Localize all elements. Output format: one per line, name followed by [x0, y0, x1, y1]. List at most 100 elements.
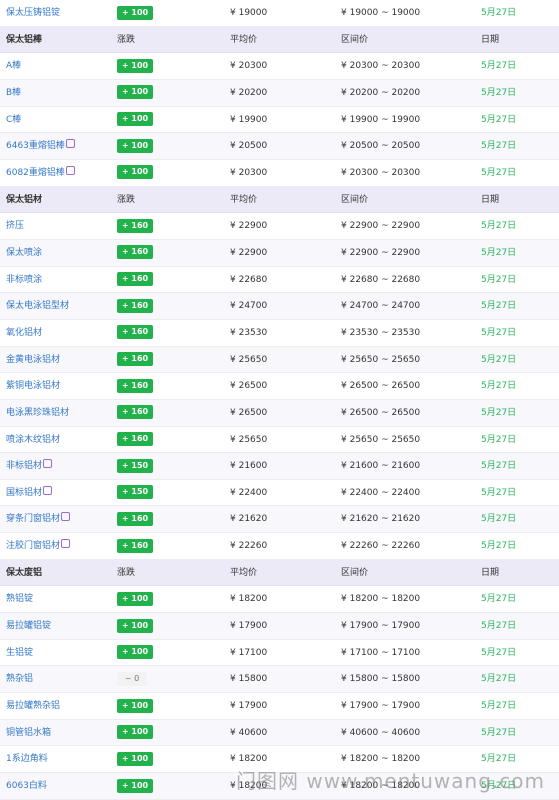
price-range: ¥ 24700 ~ 24700: [341, 301, 421, 312]
product-name-link[interactable]: 熟铝锭: [6, 594, 33, 604]
change-cell: + 100: [117, 160, 153, 186]
price-range: ¥ 22260 ~ 22260: [341, 541, 421, 552]
table-row: C棒 + 100 ¥ 19900 ¥ 19900 ~ 19900 5月27日: [0, 106, 559, 134]
product-name-link[interactable]: 氧化铝材: [6, 328, 42, 338]
product-name-cell: 氧化铝材: [6, 320, 42, 346]
change-cell: + 100: [117, 107, 153, 133]
table-row: 国标铝材 + 150 ¥ 22400 ¥ 22400 ~ 22400 5月27日: [0, 479, 559, 507]
product-name-cell: A棒: [6, 53, 21, 79]
change-badge: + 160: [117, 245, 153, 260]
product-name-link[interactable]: 保太喷涂: [6, 248, 42, 258]
change-badge: + 100: [117, 165, 153, 180]
avg-price: ¥ 19000: [230, 8, 268, 18]
date-cell: 5月27日: [481, 621, 517, 632]
product-name-cell: C棒: [6, 107, 21, 133]
column-header-range: 区间价: [341, 567, 369, 578]
date-cell: 5月27日: [481, 87, 517, 98]
change-cell: + 160: [117, 267, 153, 293]
product-name-link[interactable]: 6463重熔铝棒: [6, 141, 65, 151]
product-name-cell: 生铝锭: [6, 640, 33, 666]
table-row: 紫铜电泳铝材 + 160 ¥ 26500 ¥ 26500 ~ 26500 5月27日: [0, 373, 559, 400]
avg-price: ¥ 22400: [230, 487, 268, 498]
table-row: 铜管铝水箱 + 100 ¥ 40600 ¥ 40600 ~ 40600 5月27日: [0, 719, 559, 747]
change-cell: + 100: [117, 80, 153, 106]
avg-price: ¥ 26500: [230, 381, 268, 392]
product-name-link[interactable]: B棒: [6, 88, 21, 98]
product-name-link[interactable]: 6082重熔铝棒: [6, 168, 65, 178]
price-range: ¥ 22900 ~ 22900: [341, 221, 421, 232]
change-cell: + 150: [117, 453, 153, 479]
price-range: ¥ 17900 ~ 17900: [341, 621, 421, 632]
table-row: 6463重熔铝棒 + 100 ¥ 20500 ¥ 20500 ~ 20500 5月27日: [0, 133, 559, 160]
change-cell: + 160: [117, 240, 153, 266]
date-cell: 5月27日: [481, 301, 517, 312]
date-cell: 5月27日: [481, 327, 517, 338]
product-name-link[interactable]: 生铝锭: [6, 648, 33, 658]
product-name-link[interactable]: 紫铜电泳铝材: [6, 381, 60, 391]
product-name-link[interactable]: 金黄电泳铝材: [6, 355, 60, 365]
column-header-date: 日期: [481, 194, 500, 205]
product-name-link[interactable]: 铜管铝水箱: [6, 728, 51, 738]
change-badge: + 160: [117, 272, 153, 287]
date-cell: 5月27日: [481, 221, 517, 232]
avg-price: ¥ 19900: [230, 114, 268, 125]
date-cell: 5月27日: [481, 8, 517, 18]
change-cell: + 100: [117, 720, 153, 746]
change-badge: + 160: [117, 218, 153, 233]
product-name-cell: 喷涂木纹铝材: [6, 427, 60, 453]
change-badge: + 150: [117, 485, 153, 500]
product-name-link[interactable]: 非标铝材: [6, 461, 42, 471]
price-range: ¥ 25650 ~ 25650: [341, 354, 421, 365]
date-cell: 5月27日: [481, 61, 517, 72]
chat-bubble-icon: [65, 165, 75, 175]
price-range: ¥ 19000 ~ 19000: [341, 8, 421, 18]
change-badge: + 160: [117, 352, 153, 367]
product-name-link[interactable]: A棒: [6, 61, 21, 71]
date-cell: 5月27日: [481, 167, 517, 178]
column-header-avg: 平均价: [230, 567, 258, 578]
date-cell: 5月27日: [481, 727, 517, 738]
product-name-link[interactable]: 国标铝材: [6, 488, 42, 498]
date-cell: 5月27日: [481, 114, 517, 125]
product-name-link[interactable]: 非标喷涂: [6, 275, 42, 285]
product-name-cell: 6463重熔铝棒: [6, 133, 75, 159]
date-cell: 5月27日: [481, 247, 517, 258]
price-range: ¥ 18200 ~ 18200: [341, 594, 421, 605]
product-name-cell: 保太电泳铝型材: [6, 293, 69, 319]
price-range: ¥ 22400 ~ 22400: [341, 487, 421, 498]
table-row: 保太喷涂 + 160 ¥ 22900 ¥ 22900 ~ 22900 5月27日: [0, 239, 559, 267]
change-cell: + 100: [117, 53, 153, 79]
product-name-link[interactable]: 易拉罐熟杂铝: [6, 701, 60, 711]
section-title-text: 保太废铝: [6, 567, 43, 578]
product-name-link[interactable]: 穿条门窗铝材: [6, 514, 60, 524]
product-name-link[interactable]: C棒: [6, 115, 21, 125]
date-cell: 5月27日: [481, 381, 517, 392]
table-row: 金黄电泳铝材 + 160 ¥ 25650 ¥ 25650 ~ 25650 5月27日: [0, 346, 559, 374]
price-range: ¥ 15800 ~ 15800: [341, 674, 421, 685]
price-range: ¥ 19900 ~ 19900: [341, 114, 421, 125]
price-range: ¥ 23530 ~ 23530: [341, 327, 421, 338]
product-name-link[interactable]: 保太电泳铝型材: [6, 301, 69, 311]
product-name-link[interactable]: 喷涂木纹铝材: [6, 435, 60, 445]
date-cell: 5月27日: [481, 647, 517, 658]
product-name-link[interactable]: 挤压: [6, 221, 24, 231]
product-name-link[interactable]: 易拉罐铝锭: [6, 621, 51, 631]
product-name-link[interactable]: 1系边角料: [6, 754, 48, 764]
product-name-cell: 易拉罐铝锭: [6, 613, 51, 639]
table-row: 非标喷涂 + 160 ¥ 22680 ¥ 22680 ~ 22680 5月27日: [0, 266, 559, 294]
table-row: 注胶门窗铝材 + 160 ¥ 22260 ¥ 22260 ~ 22260 5月27日: [0, 533, 559, 560]
price-range: ¥ 17900 ~ 17900: [341, 701, 421, 712]
product-name-link[interactable]: 熟杂铝: [6, 674, 33, 684]
change-cell: + 100: [117, 773, 153, 799]
product-name-cell: B棒: [6, 80, 21, 106]
change-badge: + 100: [117, 138, 153, 153]
table-row: 生铝锭 + 100 ¥ 17100 ¥ 17100 ~ 17100 5月27日: [0, 639, 559, 667]
price-range: ¥ 20200 ~ 20200: [341, 87, 421, 98]
table-row: 非标铝材 + 150 ¥ 21600 ¥ 21600 ~ 21600 5月27日: [0, 453, 559, 480]
product-name-link[interactable]: 电泳黑珍珠铝材: [6, 408, 69, 418]
product-name-link[interactable]: 注胶门窗铝材: [6, 541, 60, 551]
product-name-link[interactable]: 保太压铸铝锭: [6, 8, 60, 18]
table-row: 熟铝锭 + 100 ¥ 18200 ¥ 18200 ~ 18200 5月27日: [0, 586, 559, 614]
product-name-link[interactable]: 6063白料: [6, 781, 47, 791]
product-name-cell: 非标喷涂: [6, 267, 42, 293]
